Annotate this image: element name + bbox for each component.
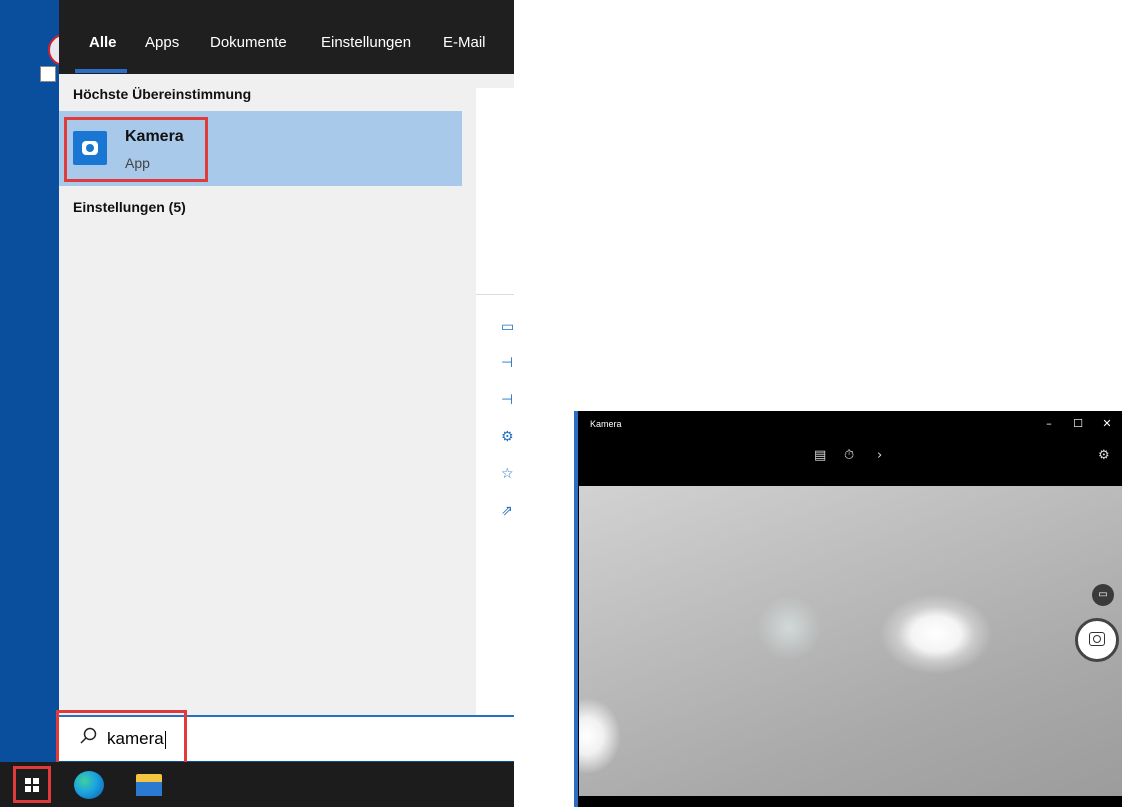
video-mode-icon[interactable]: ▭ xyxy=(1092,584,1114,606)
timer-icon[interactable]: ⏱ xyxy=(844,447,854,465)
settings-gear-icon[interactable]: ⚙ xyxy=(1098,447,1110,465)
camera-icon xyxy=(1089,632,1105,646)
minimize-button[interactable]: – xyxy=(1042,417,1056,431)
close-button[interactable]: ✕ xyxy=(1100,417,1114,431)
start-search-panel: Alle Apps Dokumente Einstellungen E-Mail… xyxy=(59,0,514,760)
window-title: Kamera xyxy=(590,419,622,429)
search-annotation xyxy=(56,710,187,766)
preview-divider xyxy=(476,294,514,295)
start-button[interactable] xyxy=(13,766,51,803)
more-chevron-icon[interactable]: › xyxy=(877,447,882,465)
windows-logo-icon xyxy=(25,778,39,792)
active-tab-indicator xyxy=(75,69,127,73)
tab-dokumente[interactable]: Dokumente xyxy=(210,34,287,56)
settings-group-heading[interactable]: Einstellungen (5) xyxy=(73,199,186,215)
settings-icon[interactable]: ⚙ xyxy=(501,430,515,444)
photo-shutter-button[interactable] xyxy=(1075,618,1119,662)
tab-apps[interactable]: Apps xyxy=(145,34,179,56)
tab-einstellungen[interactable]: Einstellungen xyxy=(321,34,411,56)
window-accent-border xyxy=(574,411,578,807)
tab-email[interactable]: E-Mail xyxy=(443,34,486,56)
pin-taskbar-icon[interactable]: ⊣ xyxy=(501,393,515,407)
share-icon[interactable]: ⇗ xyxy=(501,504,515,518)
maximize-button[interactable]: ☐ xyxy=(1071,417,1085,431)
camera-app-window: Kamera – ☐ ✕ ▤ ⏱ › ⚙ ▭ xyxy=(574,411,1122,807)
camera-preview xyxy=(579,486,1122,796)
edge-browser-icon[interactable] xyxy=(74,771,104,799)
hdr-icon[interactable]: ▤ xyxy=(814,447,826,465)
rate-icon[interactable]: ☆ xyxy=(501,467,515,481)
tab-alle[interactable]: Alle xyxy=(89,34,117,56)
pin-start-icon[interactable]: ⊣ xyxy=(501,356,515,370)
best-match-annotation xyxy=(64,117,208,182)
preview-pane xyxy=(476,88,514,760)
camera-bottom-bar xyxy=(579,796,1122,807)
search-tabs-bar: Alle Apps Dokumente Einstellungen E-Mail xyxy=(59,0,514,74)
window-icon[interactable]: ▭ xyxy=(501,320,515,334)
file-explorer-icon[interactable] xyxy=(136,774,162,796)
best-match-heading: Höchste Übereinstimmung xyxy=(73,86,252,102)
